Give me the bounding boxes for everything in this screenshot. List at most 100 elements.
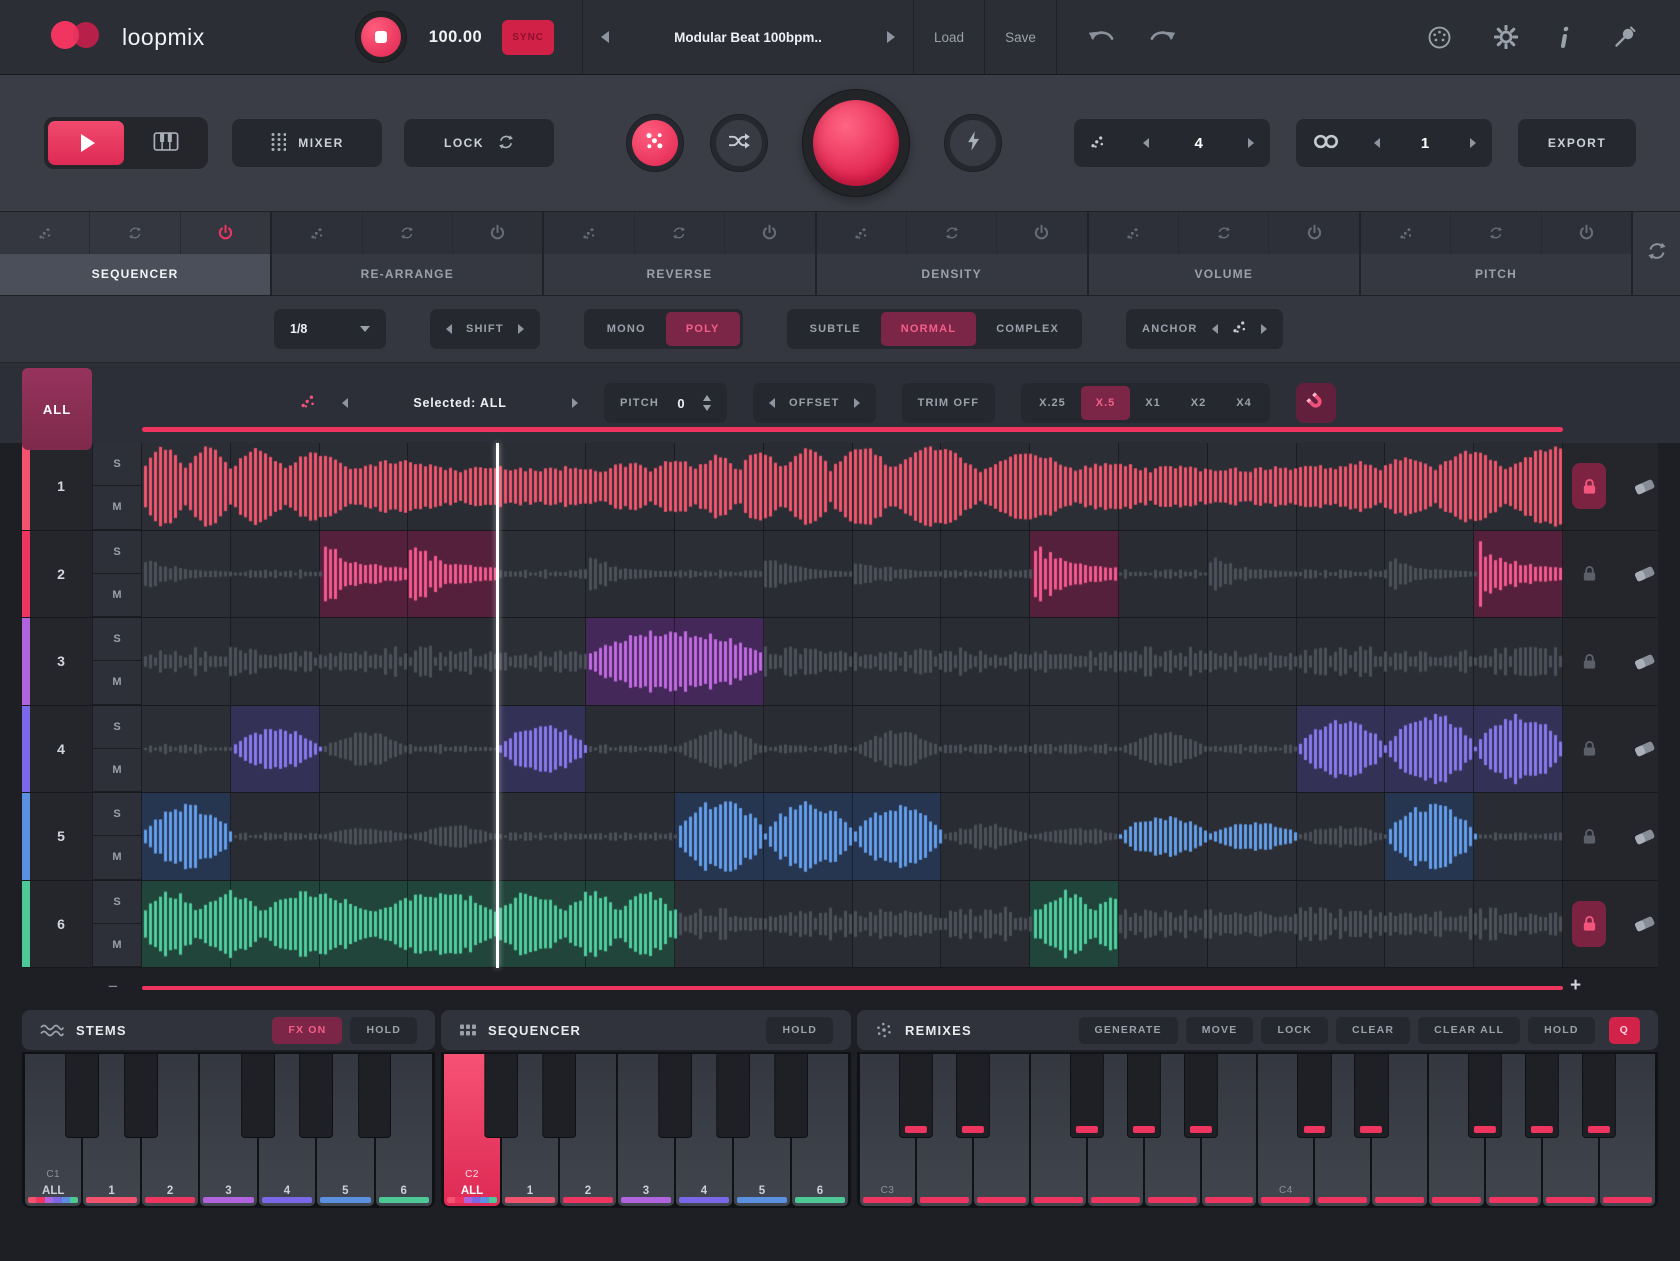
sequencer-black-key[interactable] xyxy=(484,1054,518,1138)
sequencer-black-key[interactable] xyxy=(774,1054,808,1138)
refresh-icon[interactable] xyxy=(90,212,180,254)
export-button[interactable]: EXPORT xyxy=(1518,119,1636,167)
row-erase-button[interactable] xyxy=(1615,443,1673,530)
grid-cell[interactable] xyxy=(142,706,231,793)
randomize-icon[interactable] xyxy=(817,212,907,254)
stems-hold-button[interactable]: HOLD xyxy=(350,1017,417,1044)
grid-cell[interactable] xyxy=(1030,881,1119,968)
mute-button[interactable]: M xyxy=(93,924,141,967)
grid-cell[interactable] xyxy=(1208,618,1297,705)
pitch-spinner[interactable] xyxy=(703,395,711,411)
grid-cell[interactable] xyxy=(1474,793,1563,880)
info-icon[interactable] xyxy=(1560,26,1571,49)
settings-gear-icon[interactable] xyxy=(1494,25,1518,49)
pitch-control[interactable]: PITCH 0 xyxy=(604,383,727,423)
grid-cell[interactable] xyxy=(675,618,764,705)
refresh-icon[interactable] xyxy=(1179,212,1269,254)
grid-cell[interactable] xyxy=(586,881,675,968)
remixes-black-key[interactable] xyxy=(1070,1054,1104,1138)
grid-cell[interactable] xyxy=(1474,881,1563,968)
grid-cell[interactable] xyxy=(408,443,497,530)
solo-button[interactable]: S xyxy=(93,531,141,574)
reset-all-button[interactable] xyxy=(1633,212,1680,295)
remixes-black-key[interactable] xyxy=(1468,1054,1502,1138)
grid-cell[interactable] xyxy=(764,881,853,968)
row-erase-button[interactable] xyxy=(1615,881,1673,968)
move-button[interactable]: MOVE xyxy=(1186,1017,1254,1044)
remixes-black-key[interactable] xyxy=(1525,1054,1559,1138)
pin-icon[interactable] xyxy=(1613,26,1636,49)
offset-left-button[interactable] xyxy=(769,398,775,408)
grid-cell[interactable] xyxy=(142,443,231,530)
grid-cell[interactable] xyxy=(142,881,231,968)
power-icon[interactable] xyxy=(453,212,542,254)
grid-cell[interactable] xyxy=(853,706,942,793)
tab-label[interactable]: SEQUENCER xyxy=(0,254,270,296)
mute-button[interactable]: M xyxy=(93,574,141,617)
grid-cell[interactable] xyxy=(231,793,320,880)
tab-label[interactable]: PITCH xyxy=(1361,254,1631,296)
grid-cell[interactable] xyxy=(1474,531,1563,618)
remixes-black-key[interactable] xyxy=(1354,1054,1388,1138)
grid-cell[interactable] xyxy=(941,881,1030,968)
row-lock-button[interactable] xyxy=(1572,463,1606,509)
grid-cell[interactable] xyxy=(586,443,675,530)
anchor-next-button[interactable] xyxy=(1261,324,1267,334)
sequencer-black-key[interactable] xyxy=(716,1054,750,1138)
grid-cell[interactable] xyxy=(586,706,675,793)
stems-black-key[interactable] xyxy=(65,1054,99,1138)
remixes-black-key[interactable] xyxy=(1297,1054,1331,1138)
select-all-rows-button[interactable]: ALL xyxy=(22,368,92,450)
grid-cell[interactable] xyxy=(1297,618,1386,705)
grid-cell[interactable] xyxy=(408,881,497,968)
loop-range-bar[interactable] xyxy=(142,986,1563,990)
solo-button[interactable]: S xyxy=(93,881,141,924)
grid-cell[interactable] xyxy=(941,793,1030,880)
grid-cell[interactable] xyxy=(1297,793,1386,880)
grid-cell[interactable] xyxy=(1297,531,1386,618)
refresh-icon[interactable] xyxy=(363,212,453,254)
tab-label[interactable]: REVERSE xyxy=(544,254,814,296)
mute-button[interactable]: M xyxy=(93,486,141,529)
grid-cell[interactable] xyxy=(586,531,675,618)
grid-cell[interactable] xyxy=(320,531,409,618)
grid-cell[interactable] xyxy=(1119,881,1208,968)
bpm-display[interactable]: 100.00 xyxy=(429,28,482,47)
stems-black-key[interactable] xyxy=(124,1054,158,1138)
clear-all-button[interactable]: CLEAR ALL xyxy=(1418,1017,1520,1044)
remixes-black-key[interactable] xyxy=(1183,1054,1217,1138)
mute-button[interactable]: M xyxy=(93,836,141,879)
fx-on-button[interactable]: FX ON xyxy=(272,1017,342,1044)
grid-cell[interactable] xyxy=(941,443,1030,530)
grid-cell[interactable] xyxy=(1385,618,1474,705)
grid-cell[interactable] xyxy=(675,443,764,530)
grid-cell[interactable] xyxy=(1119,706,1208,793)
row-lock-button[interactable] xyxy=(1572,901,1606,947)
preset-prev-button[interactable] xyxy=(601,31,609,43)
grid-cell[interactable] xyxy=(497,793,586,880)
grid-cell[interactable] xyxy=(853,531,942,618)
grid-cell[interactable] xyxy=(408,706,497,793)
grid-cell[interactable] xyxy=(1385,443,1474,530)
power-icon[interactable] xyxy=(1269,212,1358,254)
grid-cell[interactable] xyxy=(586,618,675,705)
complex-button[interactable]: COMPLEX xyxy=(976,312,1079,346)
shuffle-button[interactable] xyxy=(710,114,768,172)
grid-cell[interactable] xyxy=(1297,706,1386,793)
grid-cell[interactable] xyxy=(1474,706,1563,793)
tab-re-arrange[interactable]: RE-ARRANGE xyxy=(272,212,544,295)
grid-cell[interactable] xyxy=(764,531,853,618)
grid-cell[interactable] xyxy=(675,706,764,793)
grid-cell[interactable] xyxy=(320,443,409,530)
grid-cell[interactable] xyxy=(1297,881,1386,968)
grid-cell[interactable] xyxy=(408,618,497,705)
grid-cell[interactable] xyxy=(853,881,942,968)
grid-cell[interactable] xyxy=(1474,443,1563,530)
record-button[interactable] xyxy=(802,89,910,197)
tab-sequencer[interactable]: SEQUENCER xyxy=(0,212,272,295)
grid-cell[interactable] xyxy=(1119,531,1208,618)
grid-cell[interactable] xyxy=(1030,618,1119,705)
grid-cell[interactable] xyxy=(497,881,586,968)
grid-cell[interactable] xyxy=(142,793,231,880)
loop-position-bar[interactable] xyxy=(142,427,1563,432)
